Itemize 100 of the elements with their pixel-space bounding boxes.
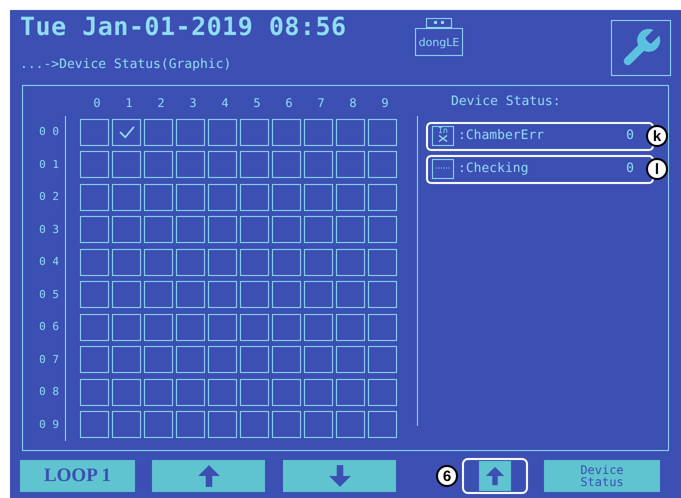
device-cell[interactable] (368, 248, 397, 276)
device-cell[interactable] (240, 216, 269, 244)
device-cell[interactable] (336, 184, 365, 211)
device-cell[interactable] (368, 411, 397, 438)
device-cell[interactable] (176, 346, 205, 374)
device-cell[interactable] (80, 314, 109, 341)
device-cell[interactable] (176, 216, 205, 244)
device-cell[interactable] (176, 314, 205, 341)
device-cell[interactable] (272, 184, 301, 211)
device-cell[interactable] (176, 184, 205, 211)
device-cell[interactable] (208, 151, 237, 178)
device-cell[interactable] (272, 314, 301, 341)
device-cell[interactable] (112, 378, 141, 406)
device-cell[interactable] (208, 216, 237, 244)
device-cell[interactable] (304, 248, 333, 276)
device-cell[interactable] (112, 411, 141, 438)
device-cell[interactable] (240, 248, 269, 276)
device-cell[interactable] (272, 378, 301, 406)
device-cell[interactable] (368, 314, 397, 341)
device-cell[interactable] (144, 184, 173, 211)
device-cell[interactable] (304, 314, 333, 341)
device-cell[interactable] (208, 411, 237, 438)
device-cell[interactable] (304, 118, 333, 146)
status-row[interactable]: In :ChamberErr 0 (426, 122, 654, 150)
device-cell[interactable] (112, 216, 141, 244)
device-cell[interactable] (176, 151, 205, 178)
device-cell[interactable] (80, 184, 109, 211)
device-cell[interactable] (176, 248, 205, 276)
device-cell[interactable] (240, 281, 269, 308)
device-cell[interactable] (336, 216, 365, 244)
device-cell[interactable] (336, 314, 365, 341)
device-cell[interactable] (208, 314, 237, 341)
device-cell[interactable] (304, 184, 333, 211)
device-cell[interactable] (144, 248, 173, 276)
device-cell[interactable] (272, 411, 301, 438)
device-cell[interactable] (176, 378, 205, 406)
device-cell[interactable] (368, 151, 397, 178)
device-cell[interactable] (240, 378, 269, 406)
device-cell[interactable] (208, 378, 237, 406)
device-cell[interactable] (240, 346, 269, 374)
device-cell[interactable] (336, 151, 365, 178)
device-cell[interactable] (272, 248, 301, 276)
device-cell[interactable] (240, 151, 269, 178)
device-cell[interactable] (144, 118, 173, 146)
device-cell[interactable] (336, 346, 365, 374)
device-cell[interactable] (144, 216, 173, 244)
device-cell[interactable] (80, 411, 109, 438)
device-cell[interactable] (144, 378, 173, 406)
device-cell[interactable] (208, 346, 237, 374)
device-cell[interactable] (80, 248, 109, 276)
device-cell[interactable] (80, 216, 109, 244)
device-cell[interactable] (112, 118, 141, 146)
device-cell[interactable] (304, 151, 333, 178)
device-cell[interactable] (304, 216, 333, 244)
device-cell[interactable] (112, 346, 141, 374)
device-status-button[interactable]: Device Status (544, 460, 660, 492)
device-cell[interactable] (272, 216, 301, 244)
device-cell[interactable] (240, 314, 269, 341)
device-cell[interactable] (112, 184, 141, 211)
device-cell[interactable] (336, 378, 365, 406)
device-cell[interactable] (272, 346, 301, 374)
device-cell[interactable] (240, 411, 269, 438)
device-cell[interactable] (368, 184, 397, 211)
device-cell[interactable] (208, 281, 237, 308)
device-cell[interactable] (144, 411, 173, 438)
device-cell[interactable] (336, 411, 365, 438)
device-cell[interactable] (304, 346, 333, 374)
device-cell[interactable] (208, 184, 237, 211)
device-cell[interactable] (240, 118, 269, 146)
device-cell[interactable] (272, 281, 301, 308)
device-cell[interactable] (144, 314, 173, 341)
device-cell[interactable] (176, 118, 205, 146)
device-cell[interactable] (144, 151, 173, 178)
device-cell[interactable] (80, 281, 109, 308)
device-cell[interactable] (112, 281, 141, 308)
device-cell[interactable] (368, 346, 397, 374)
device-cell[interactable] (80, 118, 109, 146)
device-cell[interactable] (80, 346, 109, 374)
loop-button[interactable]: LOOP 1 (20, 460, 135, 492)
device-cell[interactable] (368, 281, 397, 308)
device-cell[interactable] (112, 151, 141, 178)
device-cell[interactable] (272, 118, 301, 146)
device-cell[interactable] (80, 378, 109, 406)
device-cell[interactable] (240, 184, 269, 211)
device-cell[interactable] (304, 411, 333, 438)
device-cell[interactable] (368, 216, 397, 244)
device-cell[interactable] (176, 411, 205, 438)
page-up-button[interactable] (479, 461, 511, 491)
device-cell[interactable] (112, 314, 141, 341)
device-cell[interactable] (208, 118, 237, 146)
device-cell[interactable] (272, 151, 301, 178)
scroll-up-button[interactable] (152, 460, 265, 492)
device-cell[interactable] (336, 248, 365, 276)
device-cell[interactable] (208, 248, 237, 276)
device-cell[interactable] (368, 118, 397, 146)
device-cell[interactable] (176, 281, 205, 308)
settings-button[interactable] (611, 20, 671, 76)
device-cell[interactable] (80, 151, 109, 178)
device-cell[interactable] (368, 378, 397, 406)
device-cell[interactable] (144, 281, 173, 308)
